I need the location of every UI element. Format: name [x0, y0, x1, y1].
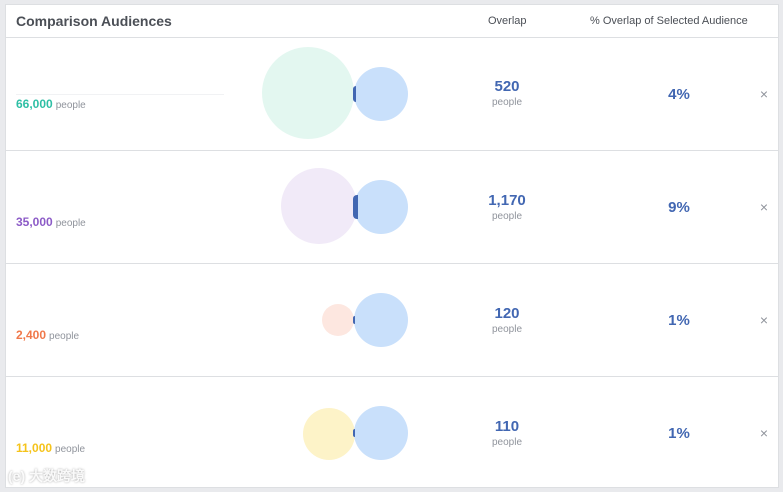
remove-audience-button[interactable]: × [757, 425, 771, 441]
overlap-percent: 1% [668, 312, 690, 329]
watermark: (e) 大数跨境 [8, 468, 85, 484]
overlap-unit: people [491, 324, 523, 335]
audience-row: 11,000 people 110 people 1% × [6, 377, 778, 490]
selected-audience-circle [354, 67, 408, 121]
selected-audience-circle [354, 180, 408, 234]
overlap-lens [353, 86, 356, 102]
audience-row: 35,000 people 1,170 people 9% × [6, 151, 778, 264]
remove-audience-button[interactable]: × [757, 312, 771, 328]
comparison-audience-circle [281, 168, 357, 244]
overlap-column-header: Overlap [488, 15, 527, 27]
overlap-value: 1,170 [488, 192, 526, 209]
audience-size-unit: people [55, 100, 86, 111]
overlap-unit: people [491, 437, 523, 448]
comparison-audience-circle [303, 408, 355, 460]
pct-overlap-column-header: % Overlap of Selected Audience [590, 15, 748, 27]
overlap-lens [353, 429, 355, 437]
overlap-percent: 9% [668, 199, 690, 216]
overlap-unit: people [491, 211, 523, 222]
audience-row: 2,400 people 120 people 1% × [6, 264, 778, 377]
audience-size-unit: people [55, 218, 86, 229]
audience-size-value: 35,000 [16, 215, 53, 229]
remove-audience-button[interactable]: × [757, 86, 771, 102]
audience-size-value: 66,000 [16, 97, 53, 111]
page-title: Comparison Audiences [16, 13, 172, 29]
selected-audience-circle [354, 406, 408, 460]
comparison-audience-circle [262, 47, 354, 139]
divider [16, 94, 224, 95]
audience-size-unit: people [55, 444, 86, 455]
overlap-percent: 1% [668, 425, 690, 442]
audience-size: 66,000 people [16, 97, 86, 111]
comparison-panel: Comparison Audiences Overlap % Overlap o… [5, 4, 779, 488]
audience-size-value: 11,000 [16, 441, 53, 455]
audience-size-value: 2,400 [16, 328, 47, 342]
overlap-value: 120 [494, 305, 520, 322]
overlap-value: 110 [494, 418, 520, 435]
remove-audience-button[interactable]: × [757, 199, 771, 215]
audience-size-unit: people [49, 331, 80, 342]
audience-size: 11,000 people [16, 441, 85, 455]
overlap-lens [353, 195, 358, 219]
overlap-unit: people [491, 97, 523, 108]
overlap-value: 520 [494, 78, 520, 95]
overlap-percent: 4% [668, 86, 690, 103]
audience-row: 66,000 people 520 people 4% × [6, 38, 778, 151]
audience-size: 35,000 people [16, 215, 86, 229]
table-header: Comparison Audiences Overlap % Overlap o… [6, 5, 778, 38]
audience-size: 2,400 people [16, 328, 79, 342]
overlap-lens [353, 316, 355, 324]
comparison-audience-circle [322, 304, 354, 336]
selected-audience-circle [354, 293, 408, 347]
